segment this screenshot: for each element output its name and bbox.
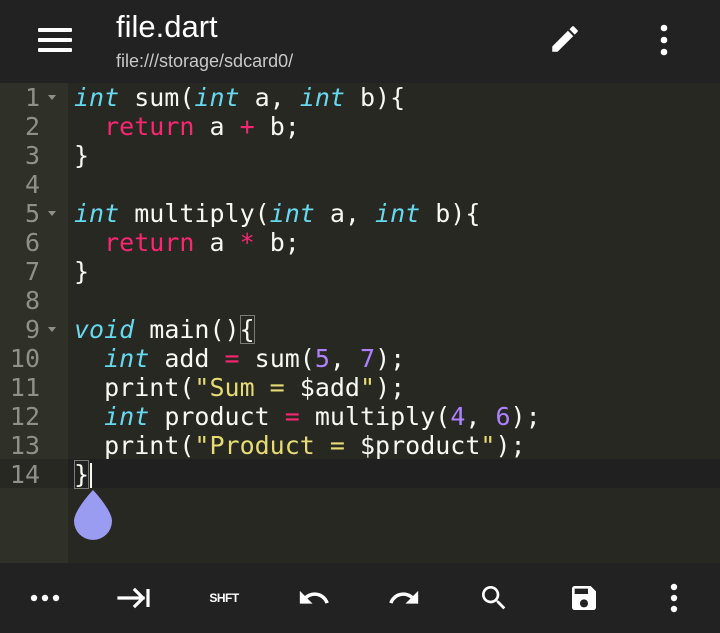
- fold-arrow-icon[interactable]: [46, 83, 58, 112]
- line-number: 5: [24, 199, 40, 228]
- line-number: 14: [9, 460, 40, 489]
- more-vertical-icon[interactable]: [639, 563, 709, 633]
- code-line: }: [74, 460, 90, 489]
- fold-arrow-icon[interactable]: [46, 199, 58, 228]
- active-line-highlight: [68, 459, 720, 488]
- code-line: void main(){: [74, 315, 255, 344]
- code-line: return a * b;: [104, 228, 300, 257]
- save-icon[interactable]: [549, 563, 619, 633]
- bottom-toolbar: SHFT: [0, 563, 720, 633]
- line-number: 13: [9, 431, 40, 460]
- code-line: }: [74, 257, 90, 286]
- line-number: 3: [24, 141, 40, 170]
- line-number: 11: [9, 373, 40, 402]
- line-number: 1: [24, 83, 40, 112]
- line-number: 8: [24, 286, 40, 315]
- line-number: 6: [24, 228, 40, 257]
- line-number: 4: [24, 170, 40, 199]
- menu-icon[interactable]: [38, 26, 72, 54]
- fold-arrow-icon[interactable]: [46, 315, 58, 344]
- more-vertical-icon[interactable]: [652, 22, 676, 58]
- code-line: int product = multiply(4, 6);: [104, 402, 541, 431]
- code-line: print("Product = $product");: [104, 431, 526, 460]
- code-line: }: [74, 141, 90, 170]
- line-number: 10: [9, 344, 40, 373]
- code-line: return a + b;: [104, 112, 300, 141]
- code-line: print("Sum = $add");: [104, 373, 406, 402]
- code-line: int sum(int a, int b){: [74, 83, 406, 112]
- code-line: int add = sum(5, 7);: [104, 344, 406, 373]
- file-title: file.dart: [116, 9, 218, 44]
- code-editor[interactable]: 1 2 3 4 5 6 7 8 9 10 11 12 13 14 int sum…: [0, 83, 720, 563]
- shift-key[interactable]: SHFT: [189, 563, 259, 633]
- line-number: 7: [24, 257, 40, 286]
- code-line: int multiply(int a, int b){: [74, 199, 481, 228]
- search-icon[interactable]: [459, 563, 529, 633]
- undo-icon[interactable]: [279, 563, 349, 633]
- line-number: 9: [24, 315, 40, 344]
- tab-icon[interactable]: [99, 563, 169, 633]
- redo-icon[interactable]: [369, 563, 439, 633]
- file-path: file:///storage/sdcard0/: [116, 51, 294, 71]
- line-number: 12: [9, 402, 40, 431]
- text-cursor: [90, 463, 92, 488]
- line-number: 2: [24, 112, 40, 141]
- cursor-handle[interactable]: [72, 488, 114, 540]
- more-horizontal-icon[interactable]: [10, 563, 80, 633]
- app-bar: file.dart file:///storage/sdcard0/: [0, 0, 720, 83]
- pencil-icon[interactable]: [548, 22, 582, 56]
